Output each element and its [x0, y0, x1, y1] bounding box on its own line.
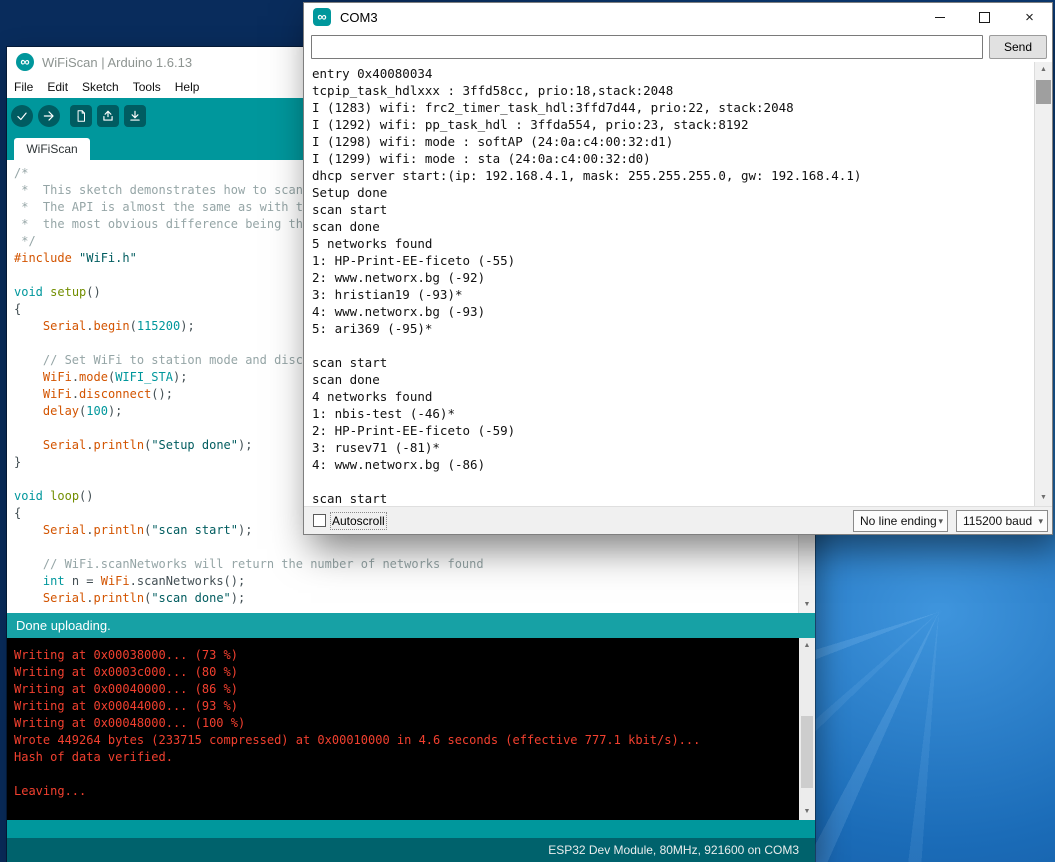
arduino-logo-icon: ∞ [16, 53, 34, 71]
scroll-up-icon[interactable]: ▲ [1035, 62, 1052, 78]
check-icon [15, 109, 29, 123]
console-scrollbar[interactable]: ▲ ▼ [799, 638, 815, 820]
serial-input[interactable] [311, 35, 983, 59]
arrow-down-icon [128, 109, 142, 123]
verify-button[interactable] [11, 105, 33, 127]
upload-button[interactable] [38, 105, 60, 127]
chevron-down-icon: ▾ [938, 512, 943, 530]
console-lines: Writing at 0x00038000... (73 %)Writing a… [14, 647, 700, 800]
scroll-up-icon[interactable]: ▲ [799, 638, 815, 654]
menu-help[interactable]: Help [168, 77, 207, 94]
scroll-down-icon[interactable]: ▼ [799, 804, 815, 820]
autoscroll-label[interactable]: Autoscroll [332, 514, 385, 528]
document-icon [74, 109, 88, 123]
close-button[interactable]: × [1007, 3, 1052, 32]
maximize-button[interactable] [962, 3, 1007, 32]
line-ending-value: No line ending [860, 514, 937, 528]
arrow-right-icon [42, 109, 56, 123]
arrow-up-tray-icon [101, 109, 115, 123]
baud-value: 115200 baud [963, 514, 1032, 528]
ide-window-title: WiFiScan | Arduino 1.6.13 [42, 55, 192, 70]
serial-scrollbar[interactable]: ▲ ▼ [1034, 62, 1052, 506]
menu-edit[interactable]: Edit [40, 77, 75, 94]
console-scroll-thumb[interactable] [801, 716, 813, 788]
new-sketch-button[interactable] [70, 105, 92, 127]
serial-send-row: Send [304, 32, 1052, 62]
baud-select[interactable]: 115200 baud ▾ [956, 510, 1048, 532]
arduino-app-icon: ∞ [313, 8, 331, 26]
menu-tools[interactable]: Tools [126, 77, 168, 94]
autoscroll-checkbox[interactable] [313, 514, 326, 527]
serial-bottom-bar: Autoscroll No line ending ▾ 115200 baud … [304, 506, 1052, 534]
serial-output[interactable]: entry 0x40080034tcpip_task_hdlxxx : 3ffd… [304, 62, 1052, 506]
save-sketch-button[interactable] [124, 105, 146, 127]
upload-status-bar: Done uploading. [7, 613, 815, 638]
board-info-bar: ESP32 Dev Module, 80MHz, 921600 on COM3 [7, 838, 815, 862]
scroll-down-icon[interactable]: ▼ [1035, 490, 1052, 506]
open-sketch-button[interactable] [97, 105, 119, 127]
send-button[interactable]: Send [989, 35, 1047, 59]
serial-monitor-window: ∞ COM3 × Send entry 0x40080034tcpip_task… [303, 2, 1053, 535]
serial-output-lines: entry 0x40080034tcpip_task_hdlxxx : 3ffd… [312, 65, 861, 506]
scroll-down-icon[interactable]: ▼ [799, 597, 815, 613]
desktop-wallpaper: ∞ WiFiScan | Arduino 1.6.13 FileEditSket… [0, 0, 1055, 862]
board-info-text: ESP32 Dev Module, 80MHz, 921600 on COM3 [548, 843, 799, 857]
line-ending-select[interactable]: No line ending ▾ [853, 510, 948, 532]
serial-titlebar[interactable]: ∞ COM3 × [304, 3, 1052, 32]
console-footer-strip [7, 820, 815, 838]
chevron-down-icon: ▾ [1038, 512, 1043, 530]
menu-sketch[interactable]: Sketch [75, 77, 126, 94]
minimize-icon [935, 17, 945, 18]
menu-file[interactable]: File [7, 77, 40, 94]
serial-window-title: COM3 [340, 10, 378, 25]
maximize-icon [979, 12, 990, 23]
serial-scroll-thumb[interactable] [1036, 80, 1051, 104]
minimize-button[interactable] [917, 3, 962, 32]
tab-wifiscan[interactable]: WiFiScan [14, 138, 90, 160]
window-controls: × [917, 3, 1052, 32]
build-console[interactable]: Writing at 0x00038000... (73 %)Writing a… [7, 638, 815, 820]
